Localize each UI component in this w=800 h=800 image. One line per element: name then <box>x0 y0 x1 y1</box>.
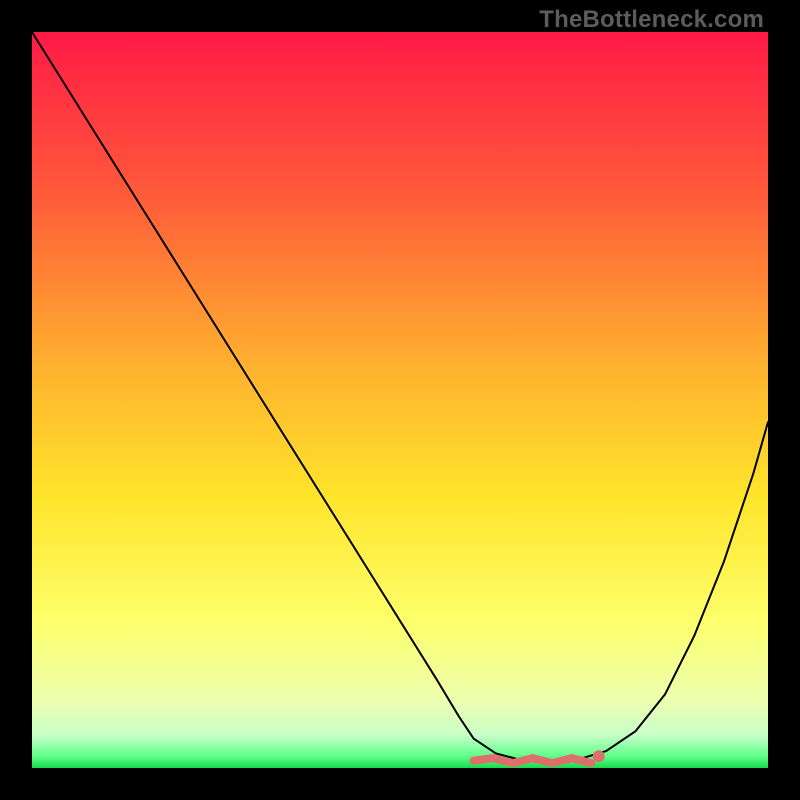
gradient-background <box>32 32 768 768</box>
watermark-text: TheBottleneck.com <box>539 6 764 34</box>
chart-frame <box>32 32 768 768</box>
bottleneck-chart <box>32 32 768 768</box>
optimal-region-end-dot <box>593 750 605 762</box>
